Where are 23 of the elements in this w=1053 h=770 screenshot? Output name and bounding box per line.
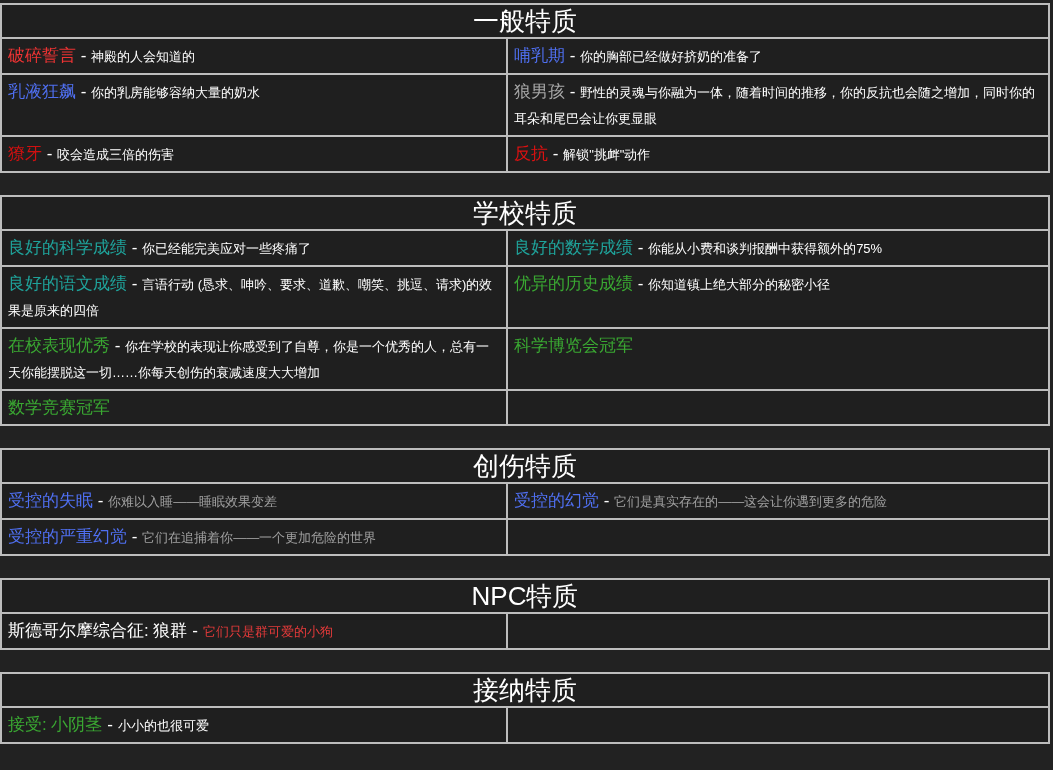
trait-cell: 破碎誓言 - 神殿的人会知道的 bbox=[1, 38, 507, 74]
trait-cell: 受控的幻觉 - 它们是真实存在的——这会让你遇到更多的危险 bbox=[507, 483, 1049, 519]
trait-cell: 受控的失眠 - 你难以入睡——睡眠效果变差 bbox=[1, 483, 507, 519]
section-title: 一般特质 bbox=[1, 4, 1049, 38]
trait-cell: 哺乳期 - 你的胸部已经做好挤奶的准备了 bbox=[507, 38, 1049, 74]
trait-cell: 狼男孩 - 野性的灵魂与你融为一体，随着时间的推移，你的反抗也会随之增加，同时你的耳朵和尾巴会让你更显眼 bbox=[507, 74, 1049, 136]
section-title: 学校特质 bbox=[1, 196, 1049, 230]
trait-cell: 受控的严重幻觉 - 它们在追捕着你——一个更加危险的世界 bbox=[1, 519, 507, 555]
trait-cell: 良好的数学成绩 - 你能从小费和谈判报酬中获得额外的75% bbox=[507, 230, 1049, 266]
trait-cell: 科学博览会冠军 bbox=[507, 328, 1049, 390]
section-title: 接纳特质 bbox=[1, 673, 1049, 707]
trait-cell: 斯德哥尔摩综合征: 狼群 - 它们只是群可爱的小狗 bbox=[1, 613, 507, 649]
trait-cell: 数学竞赛冠军 bbox=[1, 390, 507, 425]
trait-cell: 良好的科学成绩 - 你已经能完美应对一些疼痛了 bbox=[1, 230, 507, 266]
trait-cell: 接受: 小阴茎 - 小小的也很可爱 bbox=[1, 707, 507, 743]
section-title: 创伤特质 bbox=[1, 449, 1049, 483]
trait-cell: 反抗 - 解锁"挑衅"动作 bbox=[507, 136, 1049, 172]
trait-cell: 良好的语文成绩 - 言语行动 (恳求、呻吟、要求、道歉、嘲笑、挑逗、请求)的效果是原来的四倍 bbox=[1, 266, 507, 328]
trait-cell: 乳液狂飙 - 你的乳房能够容纳大量的奶水 bbox=[1, 74, 507, 136]
trait-cell: 獠牙 - 咬会造成三倍的伤害 bbox=[1, 136, 507, 172]
trait-cell: 在校表现优秀 - 你在学校的表现让你感受到了自尊，你是一个优秀的人，总有一天你能摆脱这一切……你每天创伤的衰减速度大大增加 bbox=[1, 328, 507, 390]
trait-cell: 优异的历史成绩 - 你知道镇上绝大部分的秘密小径 bbox=[507, 266, 1049, 328]
section-title: NPC特质 bbox=[1, 579, 1049, 613]
